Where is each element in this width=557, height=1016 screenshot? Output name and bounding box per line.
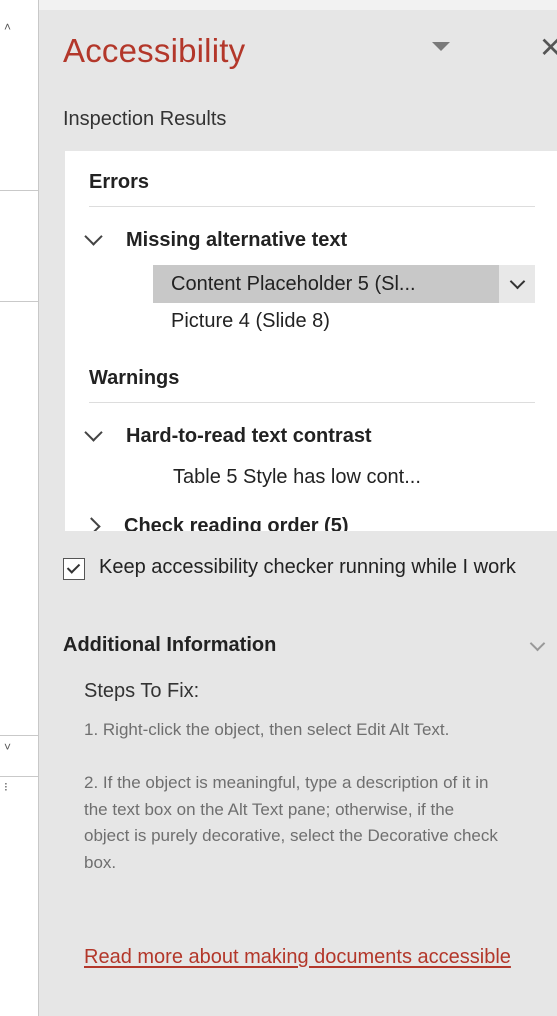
inspection-results-label: Inspection Results — [63, 108, 227, 130]
accessibility-pane: Accessibility ✕ Inspection Results Error… — [39, 0, 557, 1016]
additional-information-heading: Additional Information — [63, 634, 277, 656]
issue-label: Hard-to-read text contrast — [126, 425, 372, 447]
list-item-label: Content Placeholder 5 (Sl... — [171, 272, 416, 295]
expand-chevron-icon[interactable] — [84, 227, 103, 246]
pane-top-bar — [39, 0, 557, 10]
list-item[interactable]: Table 5 Style has low cont... — [173, 466, 421, 489]
warnings-divider — [89, 402, 535, 403]
checkmark-icon — [66, 560, 81, 574]
warnings-heading: Warnings — [89, 367, 180, 389]
step-1-text: 1. Right-click the object, then select E… — [84, 720, 450, 739]
errors-divider — [89, 206, 535, 207]
issue-check-reading-order[interactable]: Check reading order (5) — [81, 515, 349, 531]
document-thumbnail-box — [0, 190, 39, 302]
list-item[interactable]: Picture 4 (Slide 8) — [171, 310, 330, 333]
scroll-marker-icon: ⁝ — [4, 780, 8, 794]
scroll-down-icon[interactable]: ˅ — [4, 740, 11, 754]
chevron-down-icon — [509, 273, 525, 289]
chevron-down-icon[interactable] — [529, 635, 546, 652]
item-dropdown-button[interactable] — [499, 265, 535, 303]
steps-to-fix-heading: Steps To Fix: — [84, 680, 200, 702]
inspection-results-list[interactable]: Errors Missing alternative text Content … — [65, 151, 557, 531]
step-2-text: 2. If the object is meaningful, type a d… — [84, 773, 498, 872]
keep-running-label: Keep accessibility checker running while… — [99, 556, 516, 578]
issue-label: Check reading order (5) — [124, 515, 349, 531]
close-icon[interactable]: ✕ — [539, 34, 557, 62]
ruler-mark: ˄ — [4, 20, 12, 34]
list-item-selected[interactable]: Content Placeholder 5 (Sl... — [153, 265, 535, 303]
issue-hard-to-read-contrast[interactable]: Hard-to-read text contrast — [81, 423, 372, 448]
pane-options-chevron-icon[interactable] — [432, 42, 450, 51]
errors-heading: Errors — [89, 171, 150, 193]
document-edge: ˄ ˅ ⁝ — [0, 0, 39, 1016]
keep-running-option[interactable]: Keep accessibility checker running while… — [63, 556, 557, 583]
read-more-link[interactable]: Read more about making documents accessi… — [84, 941, 524, 973]
issue-label: Missing alternative text — [126, 229, 348, 251]
pane-title: Accessibility — [63, 32, 246, 69]
expand-chevron-icon[interactable] — [84, 423, 103, 442]
keep-running-checkbox[interactable] — [63, 558, 85, 580]
issue-missing-alt-text[interactable]: Missing alternative text — [81, 227, 348, 252]
collapse-chevron-icon[interactable] — [82, 517, 101, 531]
